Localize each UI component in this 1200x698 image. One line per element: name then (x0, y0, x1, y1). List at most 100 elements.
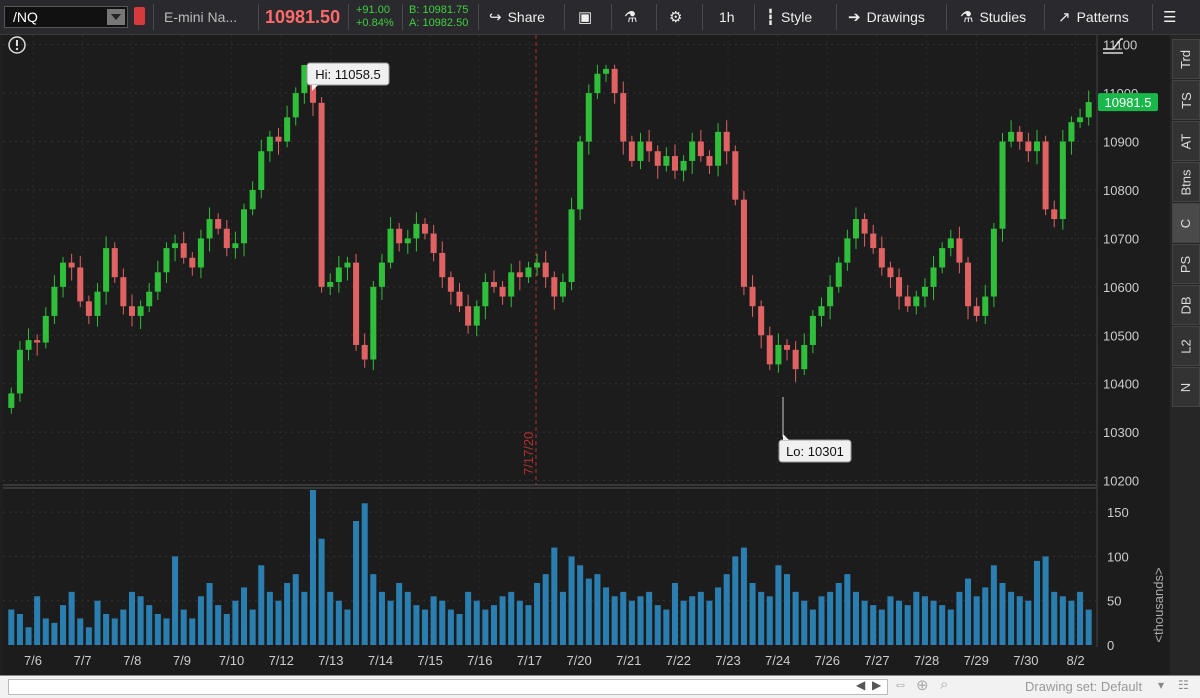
chart-grid (3, 35, 1097, 647)
studies-button[interactable]: ⚗ Studies (960, 0, 1026, 34)
volume-bar (422, 609, 429, 645)
volume-bar (766, 596, 773, 645)
volume-bar (8, 609, 15, 645)
volume-bar (60, 605, 67, 645)
candle-body (637, 141, 644, 161)
candle-body (551, 277, 558, 297)
pan-icon[interactable]: ⇔ (893, 676, 908, 693)
side-tab-at[interactable]: AT (1172, 121, 1200, 161)
volume-bar (775, 565, 782, 645)
toolbar-divider (1044, 4, 1045, 30)
drawings-button[interactable]: ➔ Drawings (848, 0, 925, 34)
alert-flag-icon[interactable] (134, 7, 145, 25)
candle-body (870, 233, 877, 249)
volume-bar (611, 596, 618, 645)
volume-bar (68, 591, 75, 645)
volume-bar (77, 618, 84, 645)
time-tick-label: 7/20 (566, 653, 591, 668)
screen-alert-icon: ▣ (578, 9, 593, 26)
crosshair-icon[interactable]: ⊕ (916, 676, 929, 694)
share-button[interactable]: ↪ Share (489, 0, 545, 34)
candle-body (163, 248, 170, 273)
volume-bar (508, 591, 515, 645)
price-volume-chart[interactable]: 7/17/20 10200 10300 10400 10500 10600 10700 10… (3, 35, 1169, 675)
side-tab-n[interactable]: N (1172, 367, 1200, 407)
candle-body (1033, 141, 1040, 152)
candle-body (809, 315, 816, 345)
candle-body (740, 199, 747, 287)
time-tick-label: 7/7 (74, 653, 92, 668)
volume-bar (430, 596, 437, 645)
side-tab-ts[interactable]: TS (1172, 80, 1200, 120)
time-tick-label: 7/16 (467, 653, 492, 668)
price-tick-label: 10200 (1103, 474, 1139, 489)
volume-bar (361, 503, 368, 645)
candle-body (1085, 102, 1092, 118)
candle-body (723, 131, 730, 152)
zoom-icon[interactable]: ⌕ (940, 676, 948, 693)
horizontal-scrollbar[interactable] (8, 679, 888, 695)
candle-body (335, 267, 342, 283)
price-tick-label: 10400 (1103, 377, 1139, 392)
chevron-down-icon[interactable] (107, 9, 125, 25)
volume-bar (327, 591, 334, 645)
candle-body (189, 257, 196, 268)
candle-body (887, 267, 894, 278)
flask-icon: ⚗ (960, 9, 974, 26)
time-tick-label: 7/15 (418, 653, 443, 668)
toolbar-divider (836, 4, 837, 30)
drawing-set-label[interactable]: Drawing set: Default (1025, 679, 1142, 694)
candle-body (482, 282, 489, 307)
time-tick-label: 7/8 (123, 653, 141, 668)
volume-bar (482, 609, 489, 645)
volume-bar (344, 609, 351, 645)
patterns-button[interactable]: ↗ Patterns (1058, 0, 1129, 34)
settings-button[interactable]: ⚙ (669, 0, 688, 34)
toolbar-divider (348, 4, 349, 30)
side-tab-ps[interactable]: PS (1172, 244, 1200, 284)
candle-body (646, 141, 653, 152)
grid-icon[interactable]: ☷ (1178, 678, 1189, 692)
time-tick-label: 7/22 (666, 653, 691, 668)
scroll-left-icon[interactable]: ◀ (856, 678, 865, 692)
price-tick-label: 10800 (1103, 183, 1139, 198)
volume-bar (335, 600, 342, 645)
candle-body (68, 262, 75, 268)
bid-ask: B: 10981.75 A: 10982.50 (409, 4, 468, 30)
time-tick-label: 7/14 (368, 653, 393, 668)
candle-body (111, 248, 118, 278)
volume-bar (473, 600, 480, 645)
drawings-label: Drawings (866, 9, 925, 25)
volume-bar (749, 583, 756, 645)
volume-bar (715, 587, 722, 645)
volume-bar (999, 583, 1006, 645)
volume-bar (534, 583, 541, 645)
volume-bar (671, 583, 678, 645)
side-tab-btns[interactable]: Btns (1172, 162, 1200, 202)
chart-alert-button[interactable]: ▣ (578, 0, 598, 34)
time-tick-label: 7/24 (765, 653, 790, 668)
chart-area[interactable]: 7/17/20 10200 10300 10400 10500 10600 10700 10… (3, 35, 1169, 675)
side-tab-label: Trd (1178, 49, 1194, 69)
side-tab-db[interactable]: DB (1172, 285, 1200, 325)
menu-button[interactable]: ☰ (1163, 0, 1182, 34)
time-axis: 7/6 7/7 7/8 7/9 7/10 7/12 7/13 7/14 7/15 7/16 7/17… (24, 653, 1085, 668)
timeframe-button[interactable]: 1h (719, 0, 735, 34)
side-tab-trd[interactable]: Trd (1172, 39, 1200, 79)
current-price-label: 10981.5 (1105, 95, 1152, 110)
side-tab-c[interactable]: C (1172, 203, 1200, 243)
volume-tick-label: 150 (1107, 505, 1129, 520)
symbol-selector[interactable]: /NQ (4, 6, 128, 28)
chevron-down-icon[interactable]: ▾ (1158, 678, 1164, 692)
volume-bar (206, 583, 213, 645)
candle-body (542, 262, 549, 278)
volume-bar (309, 490, 316, 645)
style-button[interactable]: ┇ Style (766, 0, 812, 34)
candlestick-icon: ┇ (766, 9, 776, 26)
scroll-right-icon[interactable]: ▶ (872, 678, 881, 692)
toolbar-divider (564, 4, 565, 30)
lab-button[interactable]: ⚗ (624, 0, 643, 34)
side-tab-l2[interactable]: L2 (1172, 326, 1200, 366)
candle-body (120, 277, 127, 307)
volume-bar (646, 591, 653, 645)
